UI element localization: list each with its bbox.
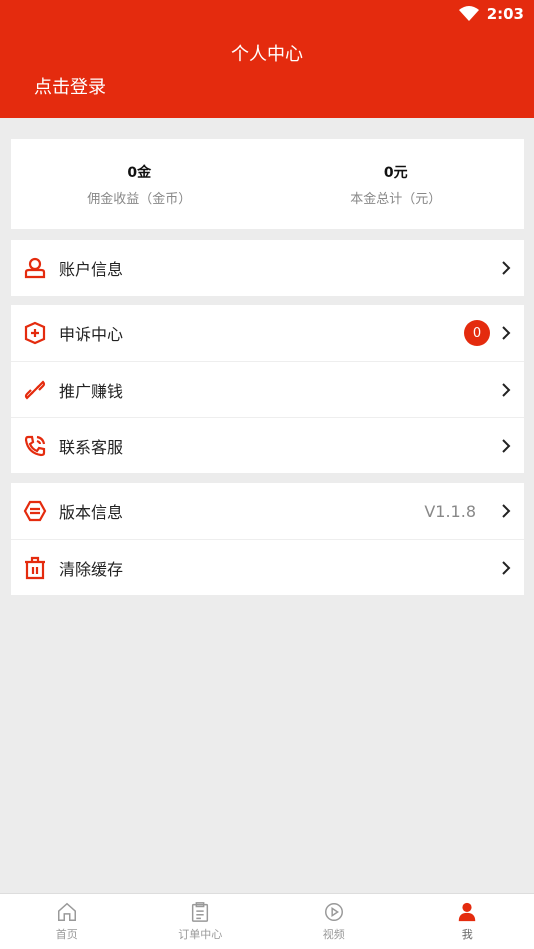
commission-label: 佣金收益（金币）: [87, 191, 192, 207]
menu-group-app: 版本信息 V1.1.8 清除缓存: [11, 483, 524, 595]
wifi-icon: [458, 6, 479, 21]
menu-label-account: 账户信息: [59, 260, 124, 279]
menu-label-appeal: 申诉中心: [59, 325, 124, 344]
tab-label-home: 首页: [55, 928, 78, 941]
menu-item-account[interactable]: 账户信息: [11, 240, 524, 296]
home-icon: [57, 902, 76, 921]
chevron-right-icon: [502, 560, 511, 575]
bottom-tab-bar: 首页 订单中心 视频 我: [0, 893, 534, 949]
menu-label-contact: 联系客服: [59, 437, 124, 457]
trash-icon: [23, 556, 47, 580]
menu-item-version[interactable]: 版本信息 V1.1.8: [11, 483, 524, 539]
shield-plus-icon: [23, 321, 47, 345]
link-icon: [23, 378, 47, 402]
tab-video[interactable]: 视频: [267, 894, 401, 949]
commission-stat[interactable]: 0金 佣金收益（金币）: [11, 139, 268, 229]
chevron-right-icon: [502, 326, 511, 340]
user-outline-icon: [23, 256, 47, 280]
principal-stat[interactable]: 0元 本金总计（元）: [268, 139, 525, 229]
menu-label-version: 版本信息: [59, 503, 124, 522]
menu-group-service: 申诉中心 0 推广赚钱 联系客服: [11, 305, 524, 473]
chevron-right-icon: [502, 382, 511, 397]
menu-item-contact[interactable]: 联系客服: [11, 417, 524, 473]
menu-label-promote: 推广赚钱: [59, 381, 124, 401]
commission-value: 0金: [127, 164, 152, 181]
tab-label-me: 我: [461, 928, 473, 941]
clipboard-icon: [192, 902, 209, 922]
chevron-right-icon: [502, 438, 511, 453]
user-icon: [459, 902, 476, 922]
tab-home[interactable]: 首页: [0, 894, 134, 949]
earnings-card: 0金 佣金收益（金币） 0元 本金总计（元）: [11, 139, 524, 229]
login-link[interactable]: 点击登录: [34, 73, 106, 99]
status-bar: 2:03: [458, 4, 524, 24]
principal-label: 本金总计（元）: [350, 191, 442, 207]
appeal-count-badge: 0: [464, 320, 490, 346]
header-bar: 2:03 个人中心 点击登录: [0, 0, 534, 118]
status-time: 2:03: [486, 5, 524, 23]
version-info-icon: [23, 499, 47, 523]
menu-item-clear-cache[interactable]: 清除缓存: [11, 539, 524, 595]
tab-label-video: 视频: [322, 928, 345, 941]
play-icon: [324, 903, 343, 921]
tab-orders[interactable]: 订单中心: [134, 894, 268, 949]
chevron-right-icon: [502, 504, 511, 518]
chevron-right-icon: [502, 261, 511, 275]
menu-item-promote[interactable]: 推广赚钱: [11, 361, 524, 417]
phone-icon: [23, 434, 47, 458]
tab-me[interactable]: 我: [401, 894, 534, 949]
page-title: 个人中心: [231, 44, 303, 65]
principal-value: 0元: [383, 164, 408, 181]
menu-item-appeal[interactable]: 申诉中心 0: [11, 305, 524, 361]
header-wave-edge: [0, 104, 534, 117]
menu-label-clear-cache: 清除缓存: [59, 559, 124, 579]
menu-group-account: 账户信息: [11, 240, 524, 296]
version-number: V1.1.8: [424, 501, 476, 521]
tab-label-orders: 订单中心: [178, 928, 223, 941]
